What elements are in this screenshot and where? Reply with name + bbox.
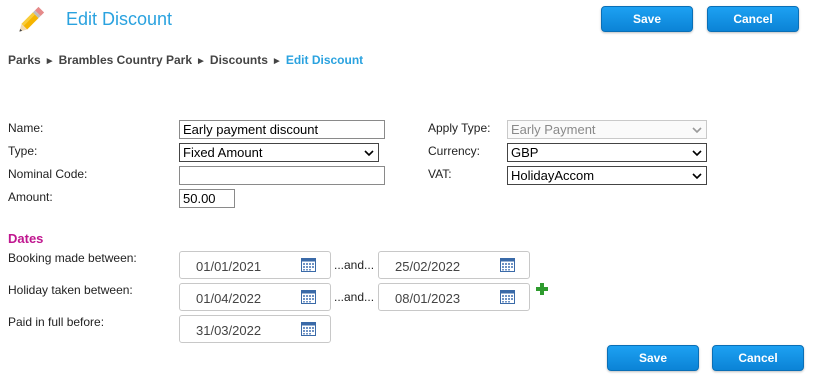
breadcrumb-separator-icon: ►	[44, 56, 55, 67]
plus-icon[interactable]	[535, 282, 549, 296]
nominal-code-input[interactable]	[179, 166, 385, 185]
apply-type-select: Early Payment	[507, 120, 707, 139]
chevron-down-icon	[692, 149, 702, 156]
booking-to-value: 25/02/2022	[395, 259, 461, 274]
amount-input[interactable]	[179, 189, 235, 208]
breadcrumb-separator-icon: ►	[271, 56, 282, 67]
cancel-button[interactable]: Cancel	[707, 6, 799, 32]
save-button[interactable]: Save	[601, 6, 693, 32]
calendar-icon[interactable]	[301, 290, 316, 304]
paid-in-full-label: Paid in full before:	[8, 315, 105, 329]
amount-label: Amount:	[8, 190, 53, 204]
booking-from-value: 01/01/2021	[196, 259, 262, 274]
apply-type-value: Early Payment	[511, 122, 596, 137]
holiday-and-label: ...and...	[334, 290, 375, 304]
footer-save-button[interactable]: Save	[607, 345, 699, 371]
breadcrumb-current: Edit Discount	[285, 53, 364, 67]
holiday-from-date[interactable]: 01/04/2022	[179, 283, 331, 311]
breadcrumb: Parks ► Brambles Country Park ► Discounts ► Ed…	[8, 53, 363, 67]
booking-and-label: ...and...	[334, 258, 375, 272]
type-label: Type:	[8, 144, 38, 158]
breadcrumb-item-parks[interactable]: Parks	[8, 53, 41, 67]
vat-label: VAT:	[428, 167, 452, 181]
holiday-taken-label: Holiday taken between:	[8, 283, 133, 297]
breadcrumb-item-discounts[interactable]: Discounts	[210, 53, 268, 67]
name-label: Name:	[8, 121, 44, 135]
chevron-down-icon	[692, 126, 702, 133]
currency-select[interactable]: GBP	[507, 143, 707, 162]
vat-value: HolidayAccom	[511, 168, 595, 183]
type-select-value: Fixed Amount	[183, 145, 263, 160]
calendar-icon[interactable]	[301, 322, 316, 336]
page-title: Edit Discount	[66, 9, 173, 29]
holiday-to-value: 08/01/2023	[395, 291, 461, 306]
breadcrumb-item-park[interactable]: Brambles Country Park	[59, 53, 192, 67]
calendar-icon[interactable]	[500, 258, 515, 272]
apply-type-label: Apply Type:	[428, 121, 491, 135]
holiday-to-date[interactable]: 08/01/2023	[378, 283, 530, 311]
booking-to-date[interactable]: 25/02/2022	[378, 251, 530, 279]
type-select[interactable]: Fixed Amount	[179, 143, 379, 162]
pencil-icon	[19, 6, 45, 32]
chevron-down-icon	[692, 172, 702, 179]
calendar-icon[interactable]	[500, 290, 515, 304]
dates-section-title: Dates	[8, 231, 44, 246]
holiday-from-value: 01/04/2022	[196, 291, 262, 306]
nominal-code-label: Nominal Code:	[8, 167, 88, 181]
chevron-down-icon	[364, 149, 374, 156]
booking-from-date[interactable]: 01/01/2021	[179, 251, 331, 279]
vat-select[interactable]: HolidayAccom	[507, 166, 707, 185]
breadcrumb-separator-icon: ►	[196, 56, 206, 67]
paid-before-date[interactable]: 31/03/2022	[179, 315, 331, 343]
name-input[interactable]	[179, 120, 385, 139]
calendar-icon[interactable]	[301, 258, 316, 272]
currency-label: Currency:	[428, 144, 481, 158]
paid-before-value: 31/03/2022	[196, 323, 262, 338]
booking-made-label: Booking made between:	[8, 251, 137, 265]
currency-value: GBP	[511, 145, 539, 160]
footer-cancel-button[interactable]: Cancel	[712, 345, 804, 371]
